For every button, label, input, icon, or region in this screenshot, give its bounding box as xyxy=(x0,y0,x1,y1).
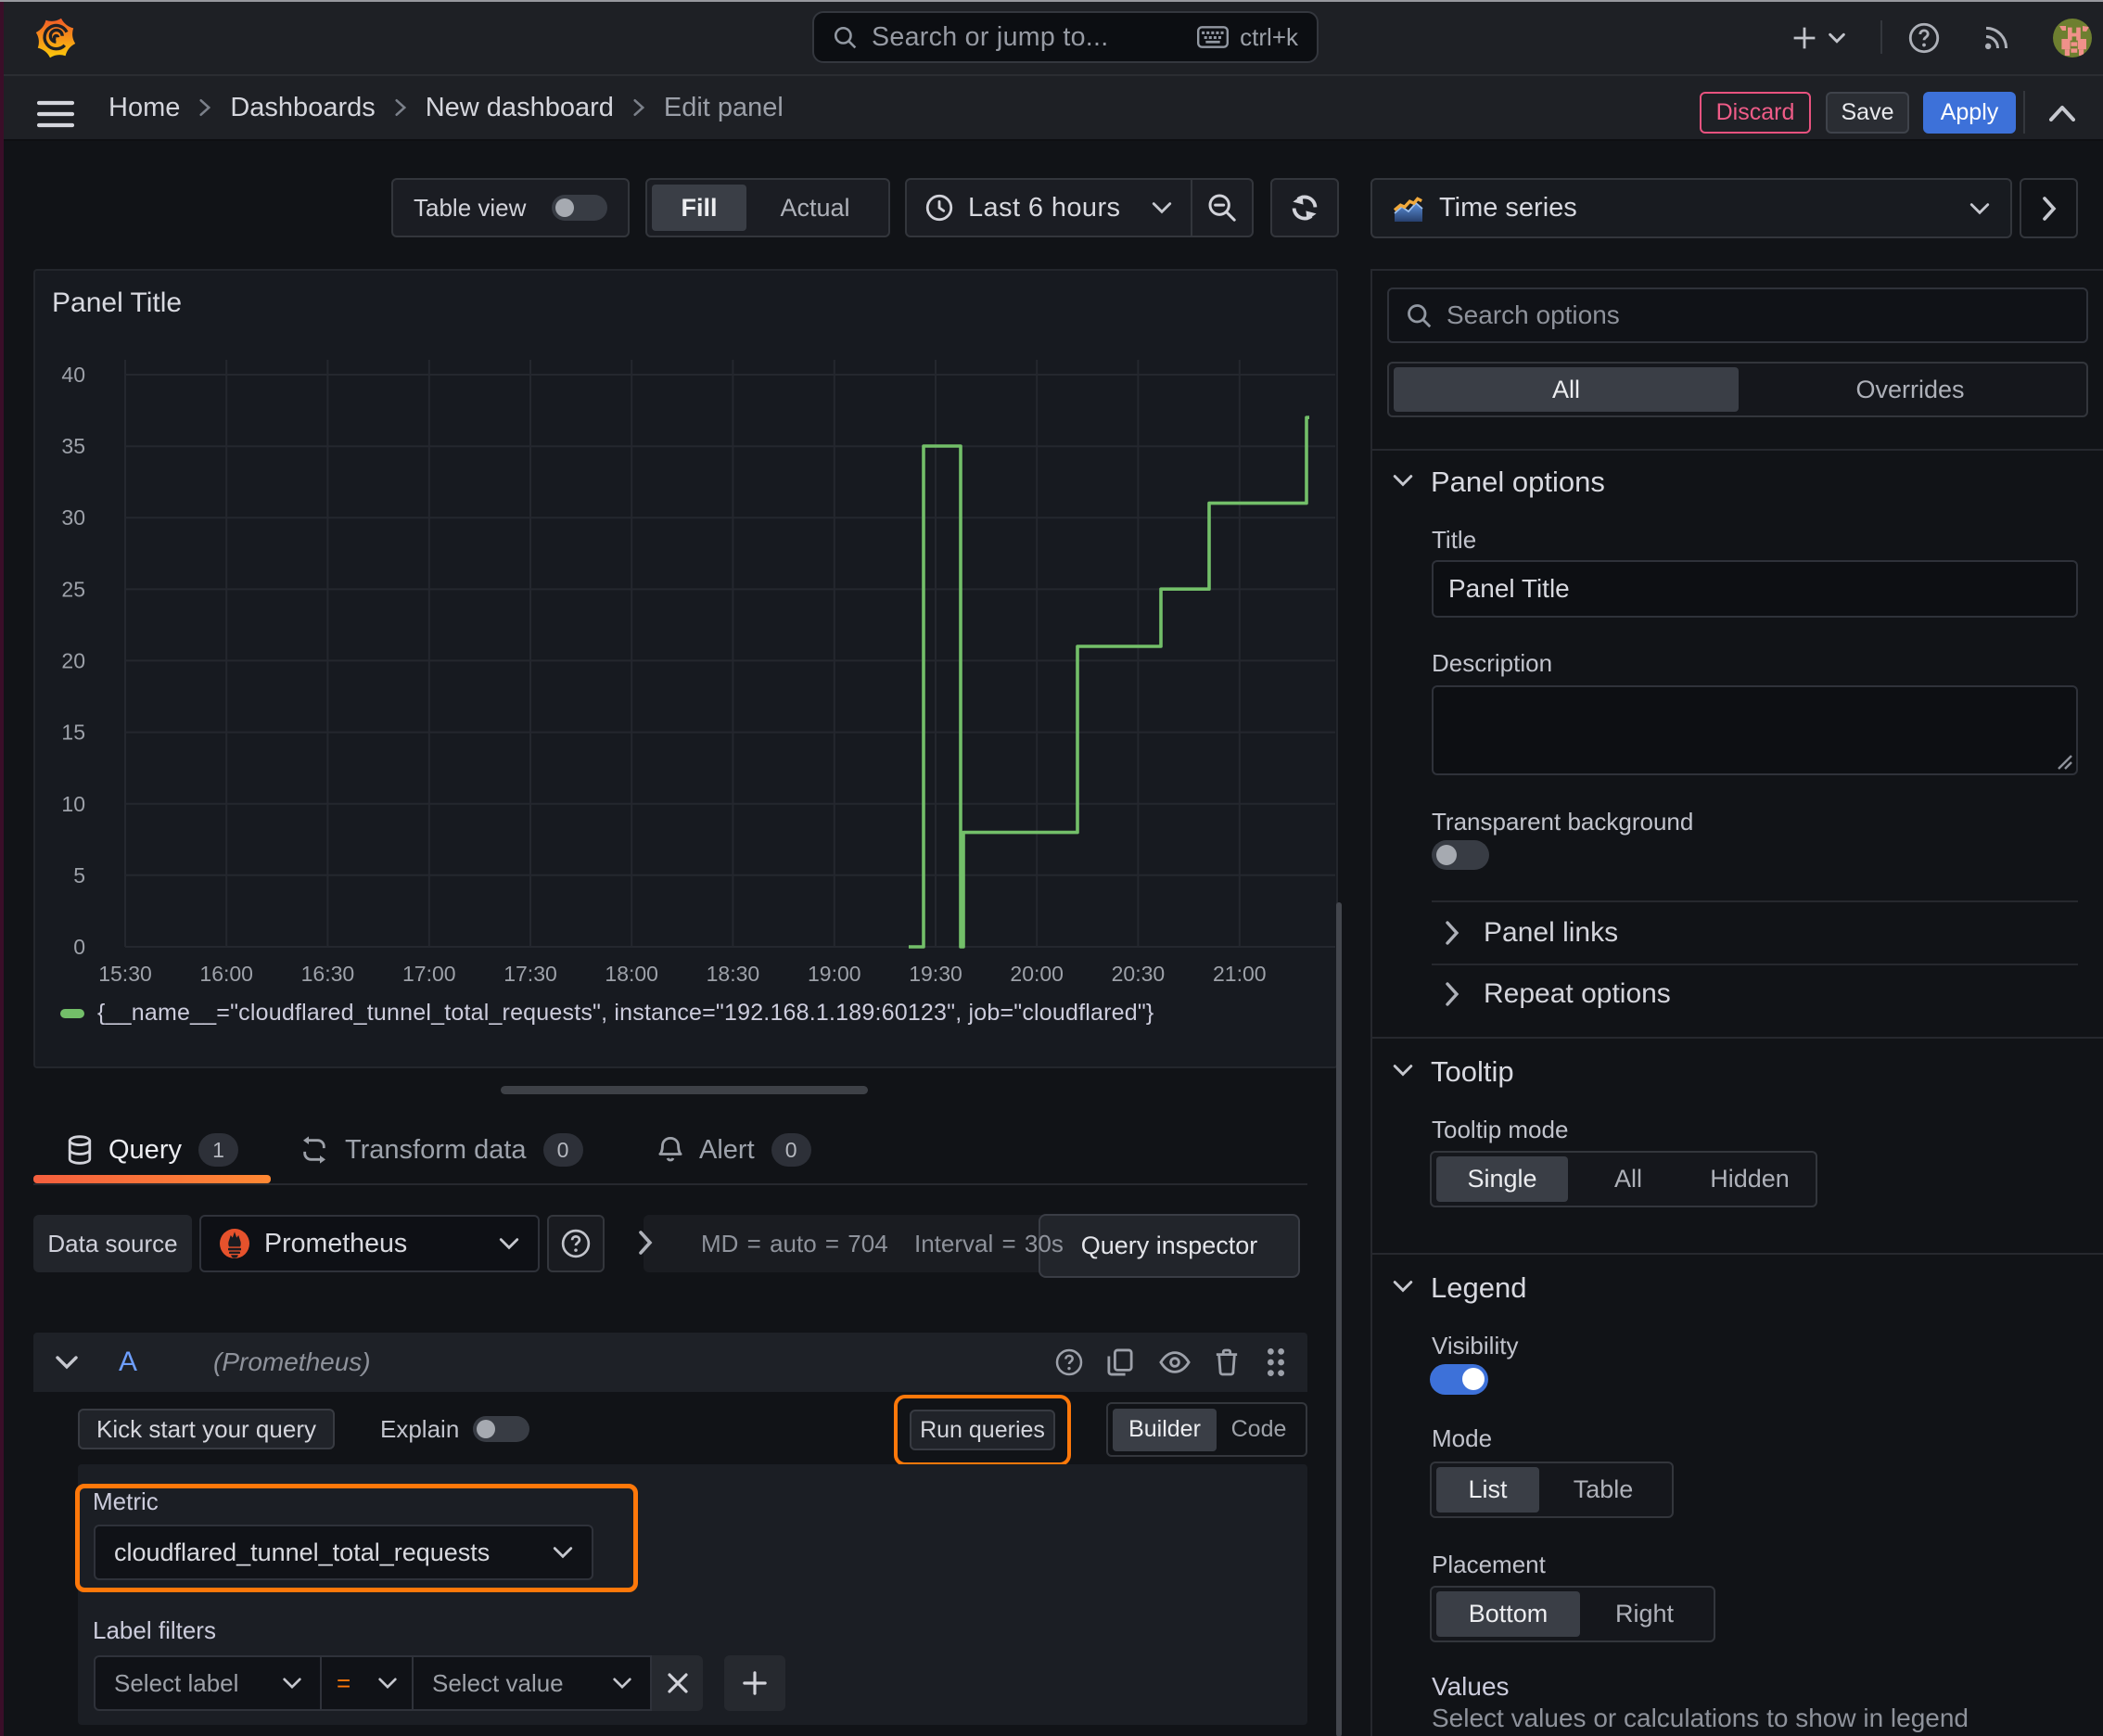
svg-text:30: 30 xyxy=(61,505,85,530)
svg-text:21:00: 21:00 xyxy=(1213,962,1267,986)
svg-text:15: 15 xyxy=(61,721,85,745)
svg-text:17:00: 17:00 xyxy=(402,962,456,986)
svg-text:5: 5 xyxy=(73,863,85,887)
svg-text:20: 20 xyxy=(61,648,85,672)
svg-text:15:30: 15:30 xyxy=(98,962,152,986)
svg-text:16:30: 16:30 xyxy=(301,962,355,986)
svg-text:25: 25 xyxy=(61,577,85,601)
svg-text:10: 10 xyxy=(61,792,85,816)
svg-text:18:30: 18:30 xyxy=(707,962,760,986)
svg-text:19:30: 19:30 xyxy=(909,962,962,986)
svg-text:35: 35 xyxy=(61,434,85,458)
svg-text:18:00: 18:00 xyxy=(605,962,658,986)
svg-text:20:30: 20:30 xyxy=(1112,962,1166,986)
svg-text:20:00: 20:00 xyxy=(1010,962,1064,986)
svg-text:40: 40 xyxy=(61,363,85,387)
svg-text:16:00: 16:00 xyxy=(199,962,253,986)
svg-text:0: 0 xyxy=(73,935,85,959)
svg-text:19:00: 19:00 xyxy=(808,962,861,986)
svg-text:17:30: 17:30 xyxy=(503,962,557,986)
